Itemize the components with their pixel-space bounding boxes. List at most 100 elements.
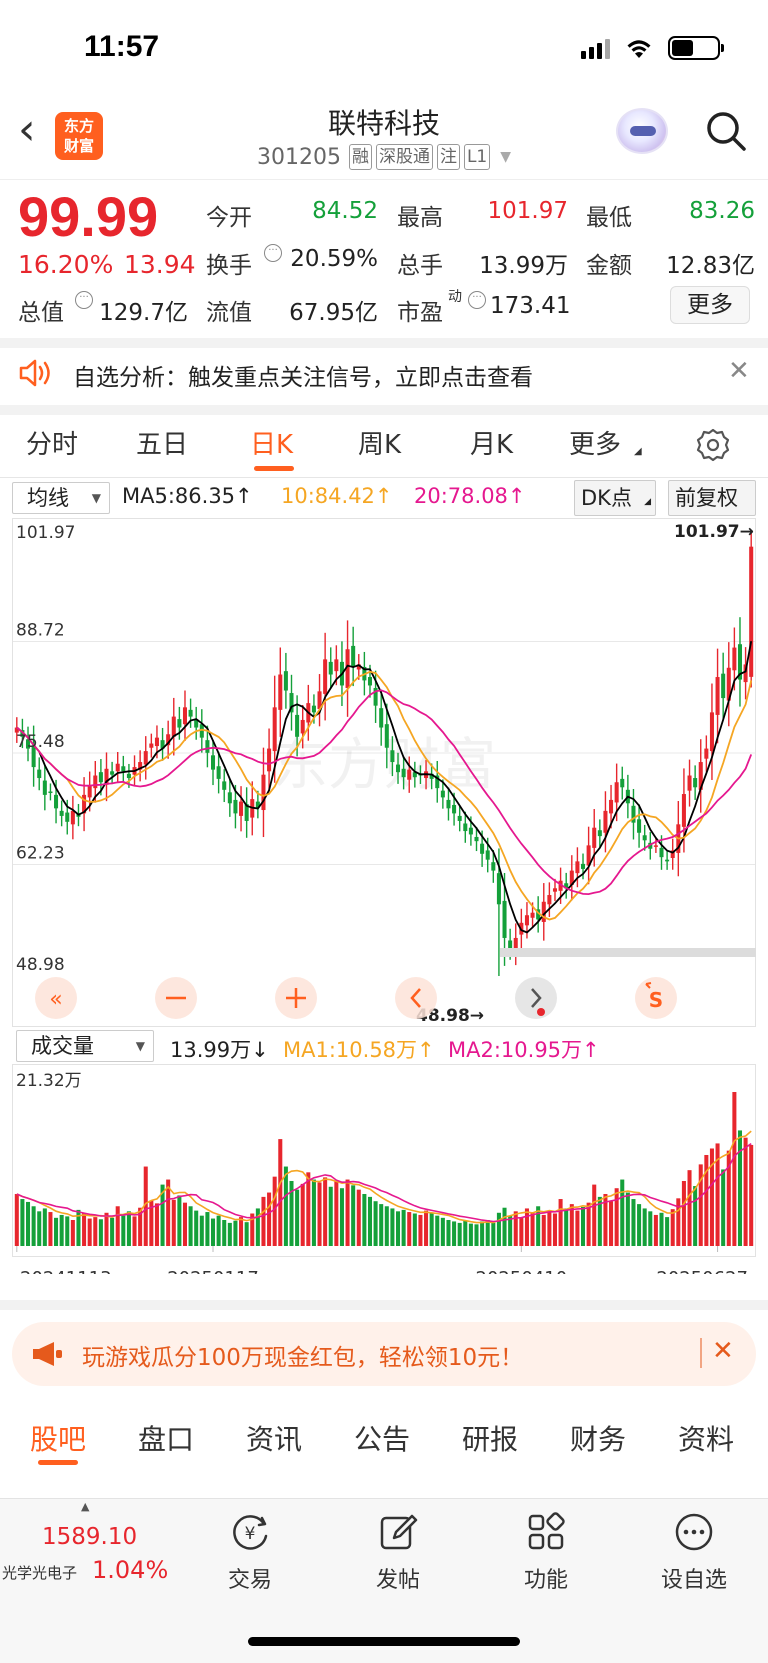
nav-functions[interactable]: 功能 (496, 1510, 596, 1594)
home-indicator (248, 1637, 520, 1646)
notification-dot (537, 1008, 545, 1016)
candle-down (390, 750, 395, 763)
candle-down (283, 671, 288, 691)
volume-bar-down (199, 1215, 204, 1246)
sector-index-value[interactable]: 1589.10 (42, 1524, 137, 1550)
volume-indicator-select[interactable]: 成交量 ▼ (16, 1030, 154, 1062)
forward-adjust-button[interactable]: 前复权 (668, 480, 756, 516)
tab-financials[interactable]: 财务 (570, 1418, 626, 1458)
zoom-in-button[interactable] (275, 977, 317, 1019)
step-left-button[interactable] (395, 977, 437, 1019)
status-time: 11:57 (84, 30, 160, 63)
tab-daily-k[interactable]: 日K (250, 424, 293, 461)
expand-s-icon: S (649, 988, 663, 1012)
candle-down (474, 836, 479, 842)
double-chevron-left-icon: « (49, 987, 62, 1012)
tab-five-day[interactable]: 五日 (136, 424, 188, 461)
candle-down (121, 766, 126, 772)
candle-up (272, 707, 277, 752)
info-dots-icon[interactable]: ··· (468, 291, 486, 309)
volume-select-label: 成交量 (31, 1034, 94, 1058)
candle-down (496, 873, 501, 905)
step-right-button[interactable] (515, 977, 557, 1019)
close-alert-icon[interactable]: ✕ (728, 356, 750, 386)
volume-bar-down (59, 1214, 64, 1246)
zoom-out-button[interactable] (155, 977, 197, 1019)
promo-separator (700, 1338, 702, 1368)
nav-trade[interactable]: ¥ 交易 (200, 1510, 300, 1594)
more-quote-button[interactable]: 更多 (670, 286, 750, 324)
volume-bar-down (435, 1215, 440, 1246)
candle-down (620, 778, 625, 788)
candle-down (401, 768, 406, 778)
change-percent: 16.20% (18, 250, 114, 279)
volume-bar-up (182, 1202, 188, 1246)
volume-bar-up (687, 1170, 692, 1246)
tab-monthly-k[interactable]: 月K (470, 424, 513, 461)
candle-up (614, 782, 619, 803)
watermark: 东方财富 (272, 733, 496, 798)
amount-label: 金额 (586, 253, 632, 279)
volume-bar-up (586, 1202, 591, 1246)
watchlist-alert-text[interactable]: 自选分析：触发重点关注信号，立即点击查看 (73, 358, 533, 392)
volume-bar-down (65, 1216, 70, 1246)
volume-bar-down (110, 1217, 115, 1246)
volume-bar-up (575, 1210, 580, 1246)
nav-add-watchlist[interactable]: 设自选 (644, 1510, 744, 1594)
info-dots-icon[interactable]: ··· (75, 291, 93, 309)
volume-bar-up (681, 1180, 686, 1246)
candle-down (222, 781, 227, 790)
candlestick-chart[interactable]: 东方财富 101.9788.7275.4862.2348.98 101.97→ … (0, 518, 768, 1028)
volume-bar-up (513, 1211, 518, 1246)
tab-news[interactable]: 资讯 (246, 1418, 302, 1458)
tab-weekly-k[interactable]: 周K (358, 424, 401, 461)
expand-triangle-icon: ▼ (500, 149, 512, 165)
volume-bar-down (496, 1212, 501, 1246)
volume-chart[interactable]: 21.32万 20241113 20250117 20250410 20250627 (0, 1064, 768, 1274)
promo-text[interactable]: 玩游戏瓜分100万现金红包，轻松领10元！ (82, 1338, 523, 1372)
volume-bar-up (154, 1203, 159, 1246)
grid-apps-icon (528, 1512, 565, 1550)
volume-bar-up (82, 1213, 87, 1246)
tab-intraday[interactable]: 分时 (26, 424, 78, 461)
dropdown-caret-icon: ▼ (91, 491, 101, 505)
y-axis-label: 88.72 (16, 621, 65, 641)
volume-bar-down (564, 1208, 569, 1246)
x-axis-label: 20241113 (20, 1268, 112, 1274)
candle-down (54, 794, 59, 809)
tab-announcements[interactable]: 公告 (354, 1418, 410, 1458)
tab-guba[interactable]: 股吧 (30, 1418, 86, 1458)
scroll-left-far-button[interactable]: « (35, 977, 77, 1019)
volume-bar-down (227, 1222, 232, 1246)
volume-bar-down (98, 1219, 103, 1246)
expand-up-icon[interactable]: ▲ (81, 1500, 89, 1513)
tab-research[interactable]: 研报 (462, 1418, 518, 1458)
tab-more-periods[interactable]: 更多 (569, 424, 621, 461)
tab-order-book[interactable]: 盘口 (138, 1418, 194, 1458)
volume-axis-label: 21.32万 (16, 1071, 82, 1091)
close-promo-icon[interactable]: ✕ (712, 1336, 734, 1366)
dk-point-button[interactable]: DK点 ◢ (574, 480, 656, 516)
stock-code: 301205 (256, 144, 341, 170)
dk-point-label: DK点 (581, 486, 632, 510)
megaphone-icon (33, 1342, 62, 1366)
reset-view-button[interactable]: S (635, 977, 677, 1019)
volume-bar-down (373, 1201, 378, 1246)
settings-gear-icon[interactable] (696, 428, 730, 462)
candle-up (300, 719, 305, 734)
volume-bar-down (390, 1208, 395, 1246)
search-icon[interactable] (705, 110, 747, 152)
candle-up (575, 861, 580, 874)
nav-functions-label: 功能 (523, 1568, 568, 1593)
volume-bar-down (54, 1217, 59, 1246)
tab-profile[interactable]: 资料 (678, 1418, 734, 1458)
nav-post[interactable]: 发帖 (348, 1510, 448, 1594)
candle-down (110, 771, 115, 775)
candle-down (65, 812, 70, 822)
ai-assistant-robot-icon[interactable] (616, 108, 668, 154)
indicator-select[interactable]: 均线 ▼ (12, 482, 110, 514)
high-marker-value: 101.97 (674, 522, 740, 542)
candle-down (597, 830, 602, 837)
volume-bar-up (743, 1137, 748, 1246)
y-axis-label: 75.48 (16, 732, 65, 752)
